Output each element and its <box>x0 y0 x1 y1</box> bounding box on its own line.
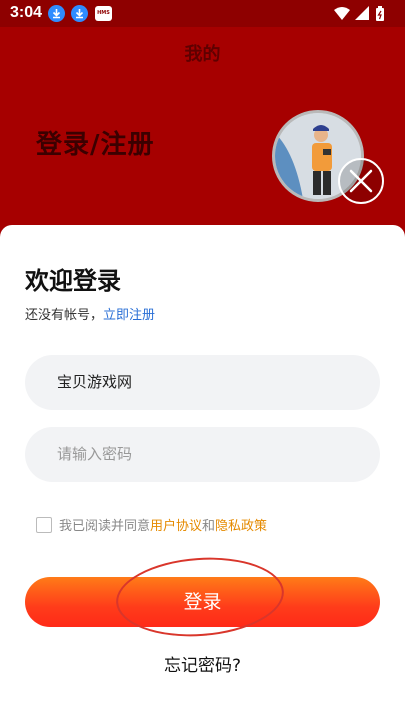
wifi-icon <box>334 7 350 20</box>
download-icon <box>71 5 88 22</box>
close-icon <box>349 169 373 193</box>
password-input[interactable] <box>25 427 380 482</box>
status-right-icons <box>333 5 395 23</box>
status-bar: 3:04 HMS <box>0 0 405 27</box>
register-link[interactable]: 立即注册 <box>103 308 155 323</box>
hms-icon: HMS <box>95 6 112 21</box>
agreement-row: 我已阅读并同意 用户协议 和 隐私政策 <box>36 515 267 534</box>
agree-prefix: 我已阅读并同意 <box>59 519 151 534</box>
signal-icon <box>355 6 369 20</box>
status-time: 3:04 <box>10 4 43 21</box>
page-title: 我的 <box>184 44 221 65</box>
login-register-link[interactable]: 登录/注册 <box>36 124 155 161</box>
download-icon <box>48 5 65 22</box>
agreement-checkbox[interactable] <box>36 516 52 533</box>
welcome-title: 欢迎登录 <box>25 267 121 295</box>
no-account-label: 还没有帐号， <box>25 308 104 323</box>
privacy-policy-link[interactable]: 隐私政策 <box>215 515 267 534</box>
close-button[interactable] <box>338 158 384 204</box>
no-account-text: 还没有帐号，立即注册 <box>25 304 155 323</box>
username-input[interactable] <box>25 355 380 410</box>
forgot-password-link[interactable]: 忘记密码? <box>0 651 405 676</box>
agree-and: 和 <box>202 519 216 534</box>
battery-icon <box>376 6 384 21</box>
user-agreement-link[interactable]: 用户协议 <box>150 515 202 534</box>
